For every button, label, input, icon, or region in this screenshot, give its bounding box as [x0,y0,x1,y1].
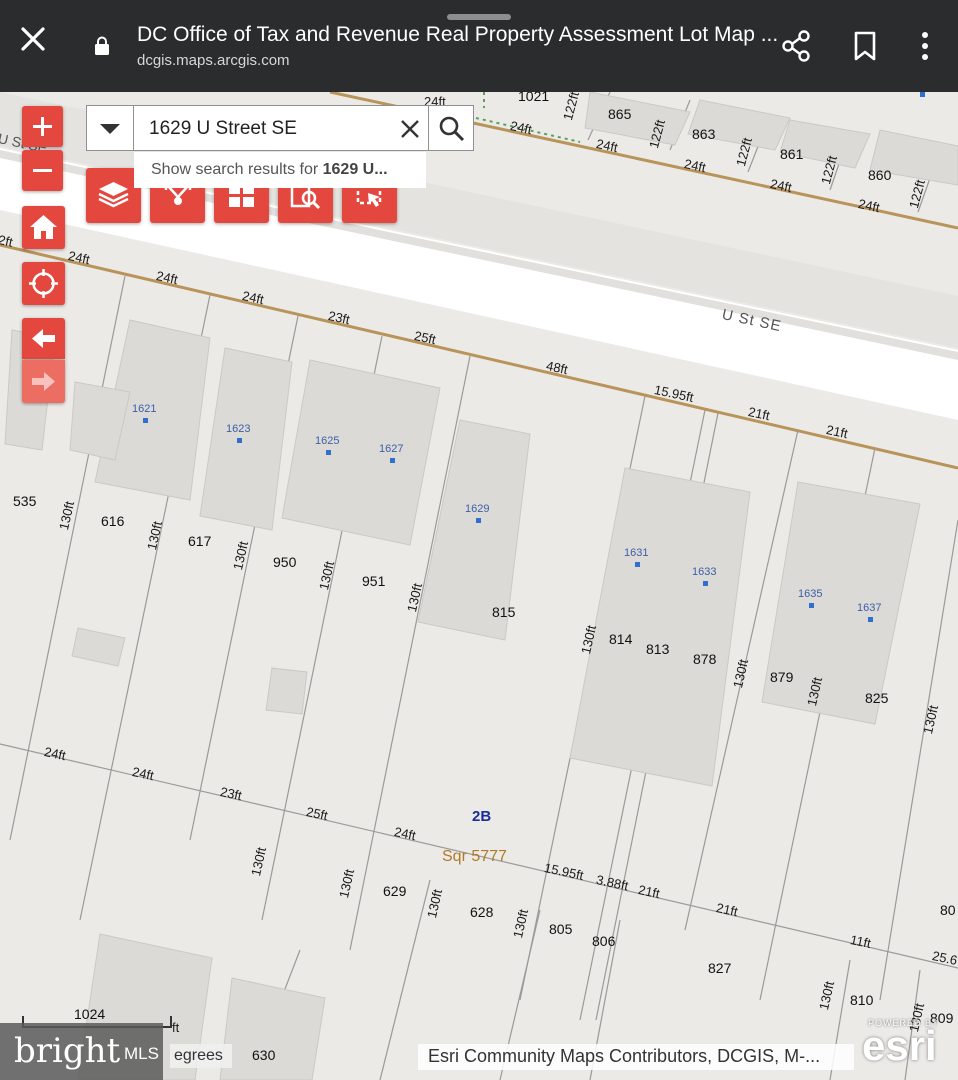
address-label[interactable]: 1623 [226,423,250,435]
map-basemap [0,92,958,1080]
locate-icon[interactable] [22,262,65,305]
page-title: DC Office of Tax and Revenue Real Proper… [137,23,779,46]
lot-number: 805 [549,921,573,937]
address-label[interactable]: 1627 [379,443,403,455]
lock-icon [94,36,110,56]
lot-number: 878 [693,651,717,667]
layers-icon[interactable] [86,168,141,223]
address-label[interactable]: 1621 [132,403,156,415]
lot-number: 813 [646,641,670,657]
lot-number: 617 [188,533,212,549]
lot-number: 814 [609,631,633,647]
address-point[interactable] [920,92,925,97]
suggestion-prefix: Show search results for [151,161,323,178]
square-label: Sqr 5777 [442,848,507,865]
address-point[interactable] [476,518,481,523]
arrow-left-icon[interactable] [22,318,65,359]
address-point[interactable] [326,450,331,455]
ward-label: 2B [472,808,492,825]
brand-suffix: MLS [124,1044,159,1063]
suggestion-query: 1629 U... [322,161,388,178]
search-suggestion[interactable]: Show search results for 1629 U... [134,152,426,188]
home-icon[interactable] [22,206,65,249]
more-vert-icon[interactable] [914,30,936,62]
scale-units: egrees [170,1044,232,1068]
lot-number: 630 [252,1047,276,1063]
lot-number: 629 [383,883,407,899]
close-icon[interactable] [20,26,46,58]
address-point[interactable] [703,581,708,586]
drag-handle[interactable] [447,14,511,20]
address-point[interactable] [237,438,242,443]
map-attribution[interactable]: Esri Community Maps Contributors, DCGIS,… [418,1044,854,1070]
lot-number: 865 [608,106,632,122]
address-label[interactable]: 1629 [465,503,489,515]
lot-number: 950 [273,554,297,570]
search-input[interactable]: 1629 U Street SE [149,118,297,140]
bright-mls-watermark: bright MLS [0,1023,163,1080]
brand-name: bright [14,1031,121,1071]
address-label[interactable]: 1631 [624,547,648,559]
dimension-label: ft [172,1020,180,1035]
lot-number: 810 [850,992,874,1008]
search-source-dropdown[interactable] [87,106,134,150]
arrow-right-icon[interactable] [22,360,65,403]
lot-number: 863 [692,126,716,142]
page-url: dcgis.maps.arcgis.com [137,52,290,69]
address-point[interactable] [868,617,873,622]
share-icon[interactable] [782,30,812,62]
lot-number: 860 [868,167,892,183]
esri-wordmark: esri [862,1022,937,1069]
bookmark-icon[interactable] [852,31,878,61]
zoom-in-button[interactable] [22,106,63,147]
lot-number: 827 [708,960,732,976]
address-point[interactable] [635,562,640,567]
lot-number: 535 [13,493,37,509]
lot-number: 806 [592,933,616,949]
address-point[interactable] [809,603,814,608]
zoom-out-button[interactable] [22,150,63,191]
esri-logo[interactable]: POWERED BY esri [860,1018,950,1072]
address-point[interactable] [390,458,395,463]
address-label[interactable]: 1637 [857,602,881,614]
search-box: 1629 U Street SE [86,105,474,151]
address-label[interactable]: 1635 [798,588,822,600]
lot-number: 80 [940,902,956,918]
address-point[interactable] [143,418,148,423]
lot-number: 1021 [518,88,550,104]
lot-number: 951 [362,573,386,589]
lot-number: 616 [101,513,125,529]
lot-number: 879 [770,669,794,685]
browser-top-bar: DC Office of Tax and Revenue Real Proper… [0,0,958,92]
clear-icon[interactable] [397,116,423,142]
lot-map[interactable]: 24ft 24ft 122ft 24ft 122ft 24ft 122ft 24… [0,88,958,1080]
lot-number: 825 [865,690,889,706]
attribution-text: Esri Community Maps Contributors, DCGIS,… [428,1046,821,1066]
lot-number: 861 [780,146,804,162]
search-icon[interactable] [428,106,475,150]
lot-number: 628 [470,904,494,920]
address-label[interactable]: 1633 [692,566,716,578]
address-label[interactable]: 1625 [315,435,339,447]
lot-number: 815 [492,604,516,620]
